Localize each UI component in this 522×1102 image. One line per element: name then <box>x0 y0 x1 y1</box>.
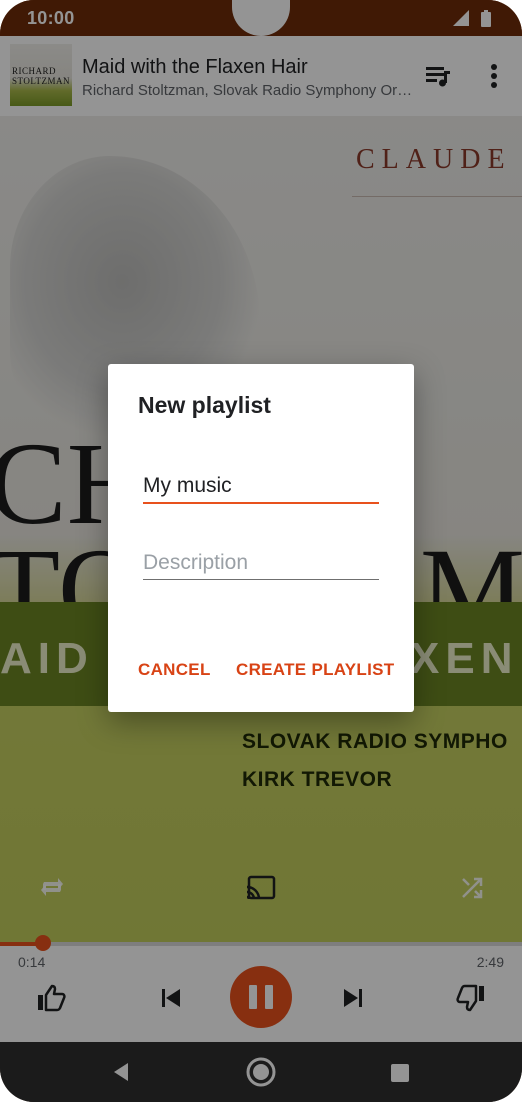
playlist-name-field[interactable] <box>143 474 379 504</box>
description-field-underline <box>143 579 379 580</box>
playlist-name-input[interactable] <box>143 474 379 502</box>
dialog-title: New playlist <box>138 392 271 418</box>
cancel-button[interactable]: CANCEL <box>138 660 211 680</box>
create-playlist-button[interactable]: CREATE PLAYLIST <box>236 660 394 680</box>
playlist-description-field[interactable] <box>143 551 379 580</box>
name-field-underline <box>143 502 379 504</box>
playlist-description-input[interactable] <box>143 551 379 579</box>
new-playlist-dialog: New playlist CANCEL CREATE PLAYLIST <box>108 364 414 712</box>
device-screen: 10:00 CLAUDE CH TO M AID XEN SLOVAK RADI… <box>0 0 522 1102</box>
